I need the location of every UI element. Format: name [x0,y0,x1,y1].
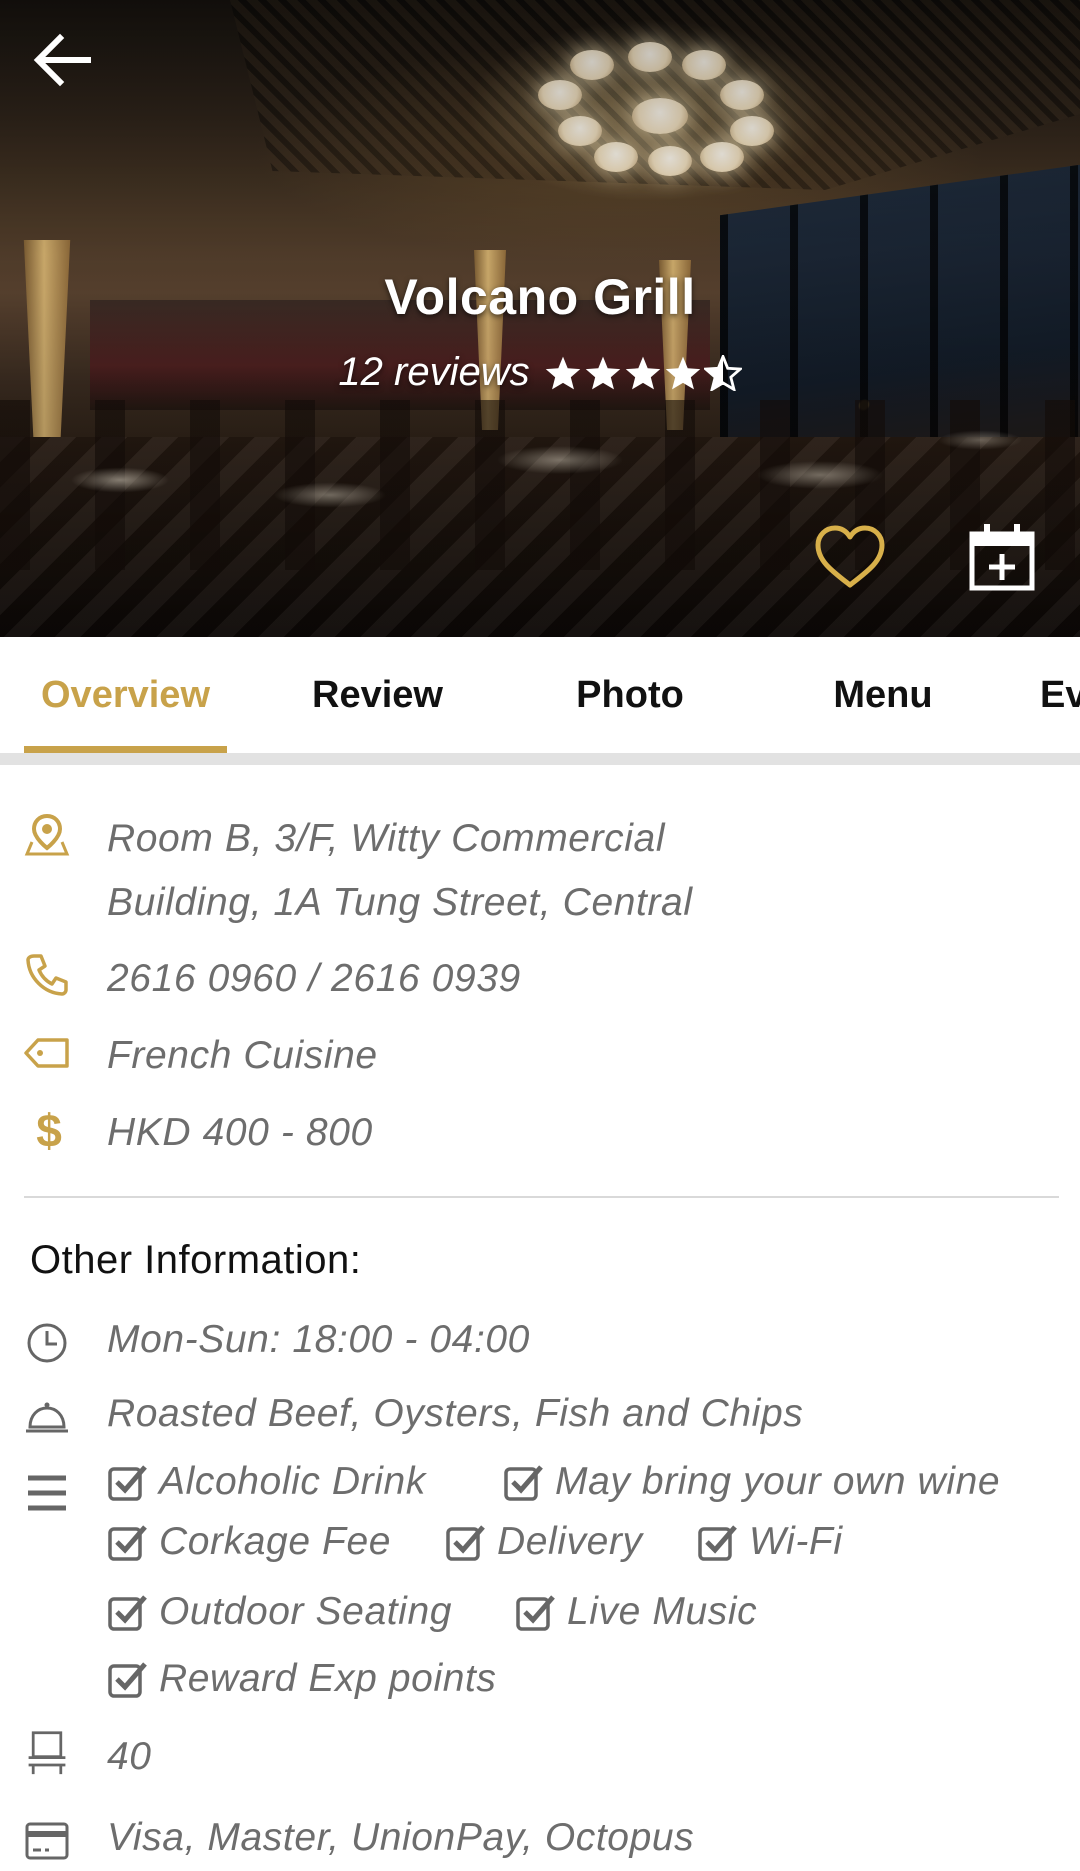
feature-item: Live Music [515,1590,757,1634]
reviews-count[interactable]: 12 reviews [338,350,529,395]
dish-cloche-icon [26,1402,68,1433]
feature-item: Outdoor Seating [107,1590,452,1634]
check-box-icon [446,1525,485,1561]
check-box-icon [108,1465,147,1501]
seat-count: 40 [107,1735,152,1778]
rating-stars [544,354,742,391]
check-box-icon [108,1595,147,1631]
cuisine-type: French Cuisine [107,1034,378,1077]
tab-overview[interactable]: Overview [24,637,227,753]
tag-icon [24,1038,69,1068]
check-box-icon [108,1662,147,1698]
tab-review[interactable]: Review [270,637,485,753]
restaurant-name: Volcano Grill [384,269,696,325]
map-pin-icon [24,813,70,856]
tab-menu[interactable]: Menu [778,637,988,753]
tab-bar: Overview Review Photo Menu Ev [0,637,1080,765]
dollar-icon: $ [36,1106,62,1152]
calendar-plus-icon [969,524,1035,591]
arrow-left-icon [33,33,91,87]
opening-hours: Mon-Sun: 18:00 - 04:00 [107,1318,530,1361]
payment-methods: Visa, Master, UnionPay, Octopus [107,1816,695,1859]
star-full-icon [665,356,700,389]
heart-outline-icon [815,525,885,588]
rating-row: 12 reviews [0,350,1080,395]
other-info-title: Other Information: [30,1238,362,1282]
seat-icon [28,1731,66,1775]
check-box-icon [698,1525,737,1561]
feature-item: Alcoholic Drink [107,1460,426,1504]
check-box-icon [516,1595,555,1631]
favorite-button[interactable] [812,523,888,591]
tab-events[interactable]: Ev [1040,637,1080,753]
star-full-icon [545,356,580,389]
tab-photo[interactable]: Photo [525,637,735,753]
feature-item: Reward Exp points [107,1657,497,1701]
check-box-icon [108,1525,147,1561]
back-button[interactable] [30,28,94,92]
price-range: HKD 400 - 800 [107,1111,373,1154]
phone-icon [26,954,68,996]
section-divider [24,1196,1059,1198]
feature-item: Wi-Fi [697,1520,843,1564]
star-half-icon [703,354,742,391]
feature-item: May bring your own wine [503,1460,1000,1504]
check-box-icon [504,1465,543,1501]
feature-item: Corkage Fee [107,1520,391,1564]
add-to-calendar-button[interactable] [968,522,1036,592]
svg-text:$: $ [36,1106,62,1152]
address-line-1: Room B, 3/F, Witty Commercial [107,817,666,860]
signature-dishes: Roasted Beef, Oysters, Fish and Chips [107,1392,804,1435]
feature-item: Delivery [445,1520,643,1564]
address-line-2: Building, 1A Tung Street, Central [107,881,693,924]
star-full-icon [585,356,620,389]
star-full-icon [625,356,660,389]
phone-number[interactable]: 2616 0960 / 2616 0939 [107,946,521,1012]
credit-card-icon [25,1822,69,1860]
list-icon [28,1475,66,1511]
clock-icon [27,1323,67,1363]
